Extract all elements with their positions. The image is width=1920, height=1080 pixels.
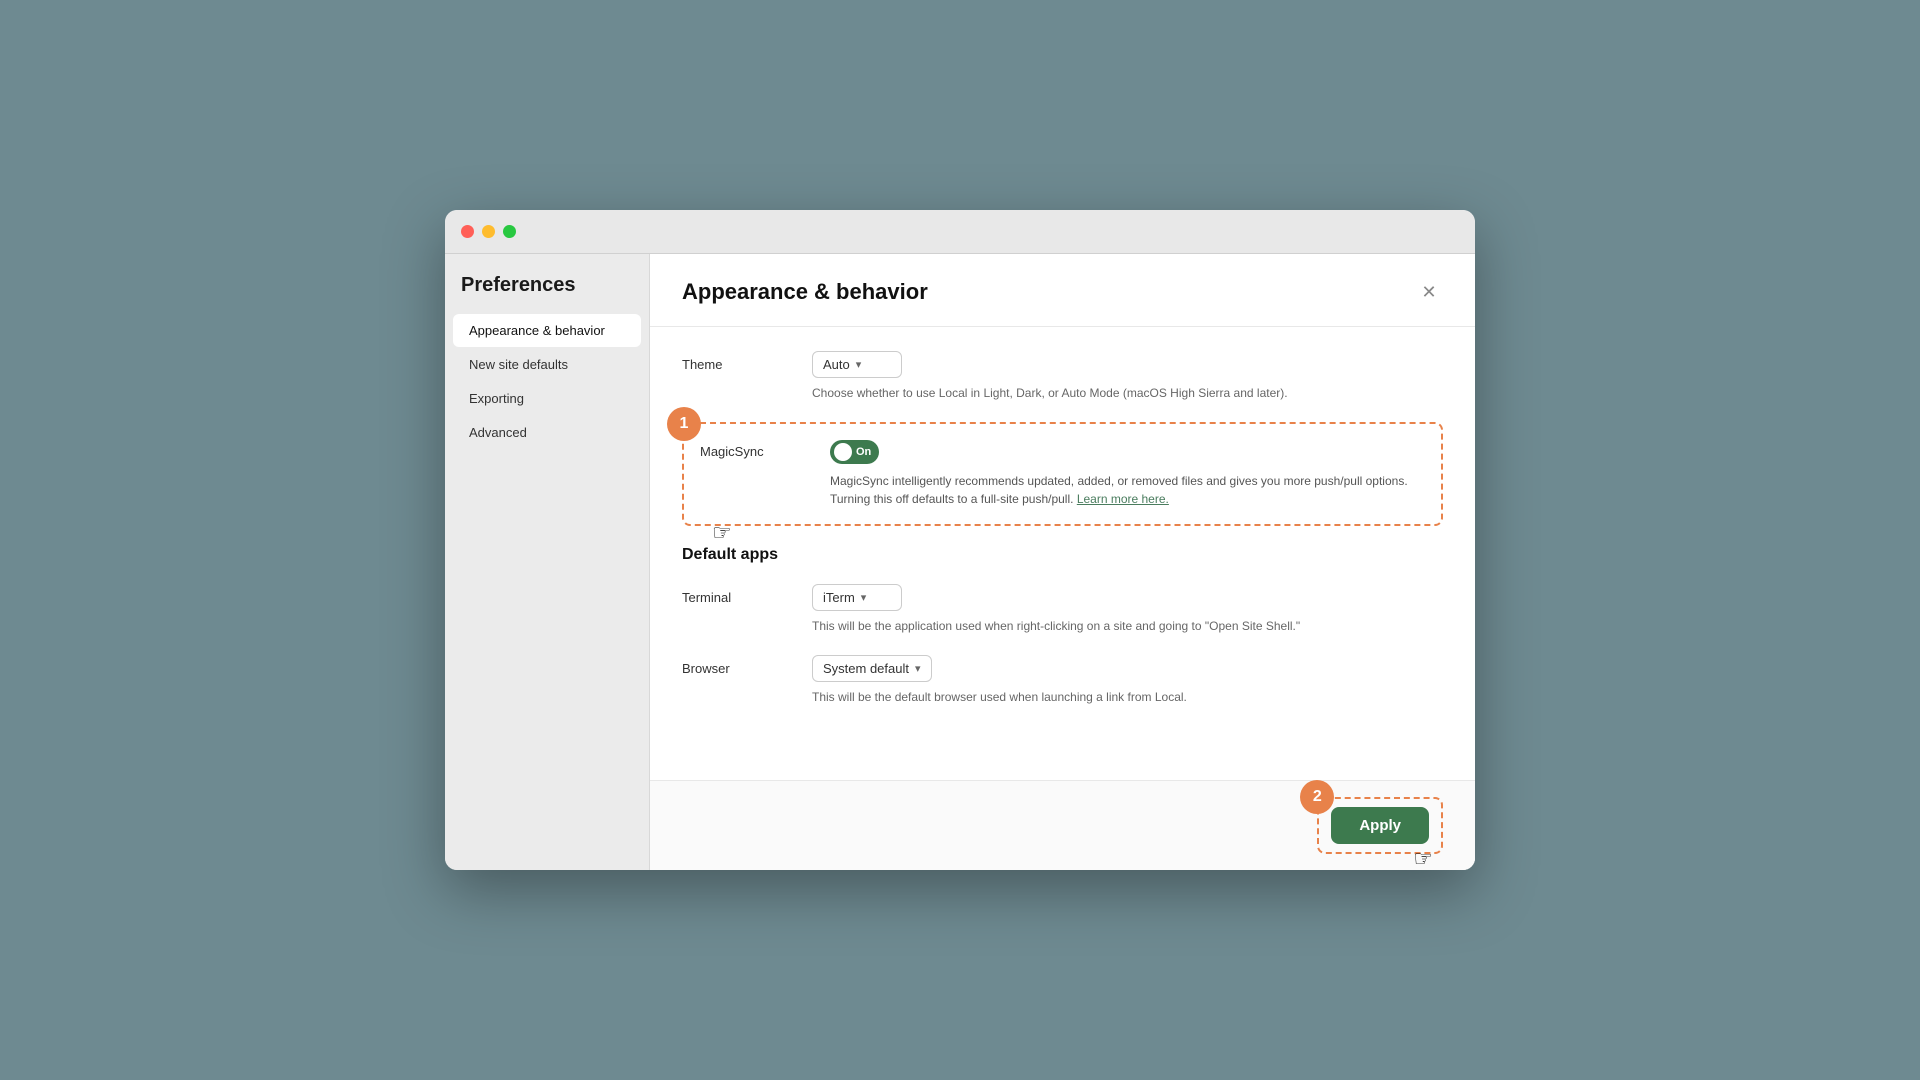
terminal-row: Terminal iTerm ▾ This will be the applic… [682, 584, 1443, 635]
magicsync-label: MagicSync [700, 440, 830, 459]
magicsync-toggle[interactable]: On [830, 440, 879, 464]
terminal-description: This will be the application used when r… [812, 617, 1443, 635]
sidebar-item-advanced[interactable]: Advanced [453, 416, 641, 449]
title-bar [445, 210, 1475, 254]
browser-content: System default ▾ This will be the defaul… [812, 655, 1443, 706]
content-footer: 2 Apply ☞ [650, 780, 1475, 870]
step-badge-1: 1 [667, 407, 701, 441]
terminal-label: Terminal [682, 584, 812, 605]
terminal-content: iTerm ▾ This will be the application use… [812, 584, 1443, 635]
traffic-lights [461, 225, 516, 238]
cursor-apply-icon: ☞ [1413, 846, 1433, 870]
sidebar-item-exporting[interactable]: Exporting [453, 382, 641, 415]
default-apps-heading: Default apps [682, 546, 1443, 564]
apply-area: 2 Apply ☞ [1317, 797, 1443, 854]
content-body: Theme Auto ▾ Choose whether to use Local… [650, 327, 1475, 780]
browser-description: This will be the default browser used wh… [812, 688, 1443, 706]
chevron-down-icon: ▾ [915, 662, 921, 675]
theme-dropdown[interactable]: Auto ▾ [812, 351, 902, 378]
preferences-window: Preferences Appearance & behavior New si… [445, 210, 1475, 870]
toggle-label: On [856, 446, 871, 458]
content-area: Appearance & behavior ✕ Theme Auto ▾ Cho… [650, 254, 1475, 870]
sidebar-item-appearance[interactable]: Appearance & behavior [453, 314, 641, 347]
sidebar-item-new-site-defaults[interactable]: New site defaults [453, 348, 641, 381]
magicsync-section: 1 MagicSync On ☞ MagicSync intelligently… [682, 422, 1443, 526]
browser-dropdown[interactable]: System default ▾ [812, 655, 932, 682]
browser-row: Browser System default ▾ This will be th… [682, 655, 1443, 706]
theme-label: Theme [682, 351, 812, 372]
cursor-hand-icon: ☞ [712, 520, 732, 546]
content-title: Appearance & behavior [682, 279, 928, 305]
minimize-traffic-light[interactable] [482, 225, 495, 238]
magicsync-description: MagicSync intelligently recommends updat… [830, 472, 1425, 508]
magicsync-content: On ☞ MagicSync intelligently recommends … [830, 440, 1425, 508]
magicsync-row: MagicSync On ☞ MagicSync intelligently r… [700, 440, 1425, 508]
browser-label: Browser [682, 655, 812, 676]
chevron-down-icon: ▾ [856, 358, 862, 371]
close-button[interactable]: ✕ [1415, 278, 1443, 306]
apply-button[interactable]: Apply [1331, 807, 1429, 844]
theme-description: Choose whether to use Local in Light, Da… [812, 384, 1443, 402]
content-header: Appearance & behavior ✕ [650, 254, 1475, 327]
close-traffic-light[interactable] [461, 225, 474, 238]
main-layout: Preferences Appearance & behavior New si… [445, 254, 1475, 870]
learn-more-link[interactable]: Learn more here. [1077, 492, 1169, 506]
sidebar-title: Preferences [445, 274, 649, 313]
theme-row: Theme Auto ▾ Choose whether to use Local… [682, 351, 1443, 402]
terminal-dropdown[interactable]: iTerm ▾ [812, 584, 902, 611]
chevron-down-icon: ▾ [861, 591, 867, 604]
theme-content: Auto ▾ Choose whether to use Local in Li… [812, 351, 1443, 402]
maximize-traffic-light[interactable] [503, 225, 516, 238]
sidebar: Preferences Appearance & behavior New si… [445, 254, 650, 870]
toggle-circle [834, 443, 852, 461]
